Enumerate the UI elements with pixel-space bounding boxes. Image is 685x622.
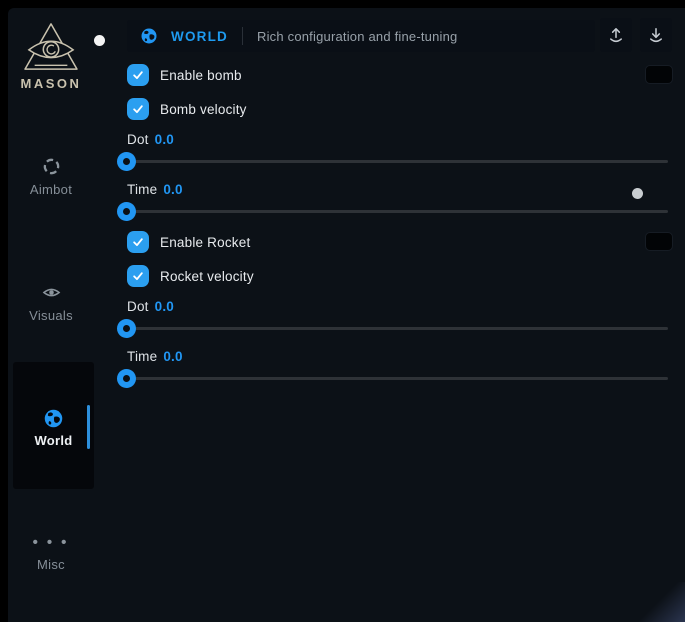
export-config-button[interactable]: [600, 18, 632, 52]
rocket-velocity-row: Rocket velocity: [127, 265, 254, 287]
slider-track[interactable]: [120, 377, 668, 380]
enable-bomb-row: Enable bomb: [127, 64, 242, 86]
slider-value: 0.0: [155, 132, 174, 147]
bomb-velocity-row: Bomb velocity: [127, 98, 247, 120]
slider-value: 0.0: [163, 182, 182, 197]
globe-icon: [140, 27, 158, 45]
sidebar-item-visuals[interactable]: Visuals: [8, 283, 94, 323]
globe-icon: [43, 408, 64, 428]
ellipsis-icon: • • •: [8, 536, 94, 556]
bomb-velocity-checkbox[interactable]: [127, 98, 149, 120]
slider-track[interactable]: [120, 160, 668, 163]
checkbox-label: Enable bomb: [160, 68, 242, 83]
crosshair-icon: [8, 157, 94, 177]
eye-triangle-logo-icon: [8, 22, 94, 72]
page-header: WORLD Rich configuration and fine-tuning: [127, 20, 595, 52]
slider-name: Time: [127, 349, 157, 364]
rocket-velocity-checkbox[interactable]: [127, 265, 149, 287]
bomb-dot-slider[interactable]: [117, 151, 668, 171]
bomb-time-slider[interactable]: [117, 201, 668, 221]
cursor-dot: [632, 188, 643, 199]
app-window: MASON Aimbot Visuals World: [8, 8, 685, 622]
eye-icon: [8, 283, 94, 303]
cursor-dot: [94, 35, 105, 46]
download-icon: [647, 26, 665, 45]
rocket-dot-slider-label: Dot 0.0: [127, 299, 174, 315]
slider-knob[interactable]: [117, 202, 136, 221]
checkbox-label: Bomb velocity: [160, 102, 247, 117]
sidebar-item-misc[interactable]: • • • Misc: [8, 536, 94, 572]
bomb-dot-slider-label: Dot 0.0: [127, 132, 174, 148]
bomb-time-slider-label: Time 0.0: [127, 182, 183, 198]
slider-knob[interactable]: [117, 369, 136, 388]
slider-name: Dot: [127, 299, 149, 314]
sidebar-item-label: Aimbot: [8, 182, 94, 197]
active-tab-indicator: [87, 405, 91, 449]
slider-knob[interactable]: [117, 319, 136, 338]
page-subtitle: Rich configuration and fine-tuning: [257, 29, 457, 44]
rocket-time-slider-label: Time 0.0: [127, 349, 183, 365]
slider-value: 0.0: [163, 349, 182, 364]
sidebar-item-label: Misc: [8, 557, 94, 572]
slider-name: Dot: [127, 132, 149, 147]
page-title: WORLD: [171, 29, 228, 44]
window-resize-corner[interactable]: [639, 582, 685, 622]
slider-value: 0.0: [155, 299, 174, 314]
enable-bomb-checkbox[interactable]: [127, 64, 149, 86]
slider-name: Time: [127, 182, 157, 197]
checkbox-label: Rocket velocity: [160, 269, 254, 284]
upload-icon: [607, 26, 625, 45]
rocket-color-swatch[interactable]: [645, 232, 673, 251]
sidebar-item-label: World: [34, 433, 72, 448]
sidebar-item-aimbot[interactable]: Aimbot: [8, 157, 94, 197]
import-config-button[interactable]: [640, 18, 672, 52]
rocket-dot-slider[interactable]: [117, 318, 668, 338]
app-logo: MASON: [8, 22, 94, 91]
slider-track[interactable]: [120, 210, 668, 213]
slider-track[interactable]: [120, 327, 668, 330]
slider-knob[interactable]: [117, 152, 136, 171]
enable-rocket-checkbox[interactable]: [127, 231, 149, 253]
sidebar-item-world[interactable]: World: [13, 362, 94, 489]
logo-text: MASON: [8, 76, 94, 91]
enable-rocket-row: Enable Rocket: [127, 231, 250, 253]
checkbox-label: Enable Rocket: [160, 235, 250, 250]
sidebar-item-label: Visuals: [8, 308, 94, 323]
header-divider: [242, 27, 243, 45]
rocket-time-slider[interactable]: [117, 368, 668, 388]
bomb-color-swatch[interactable]: [645, 65, 673, 84]
